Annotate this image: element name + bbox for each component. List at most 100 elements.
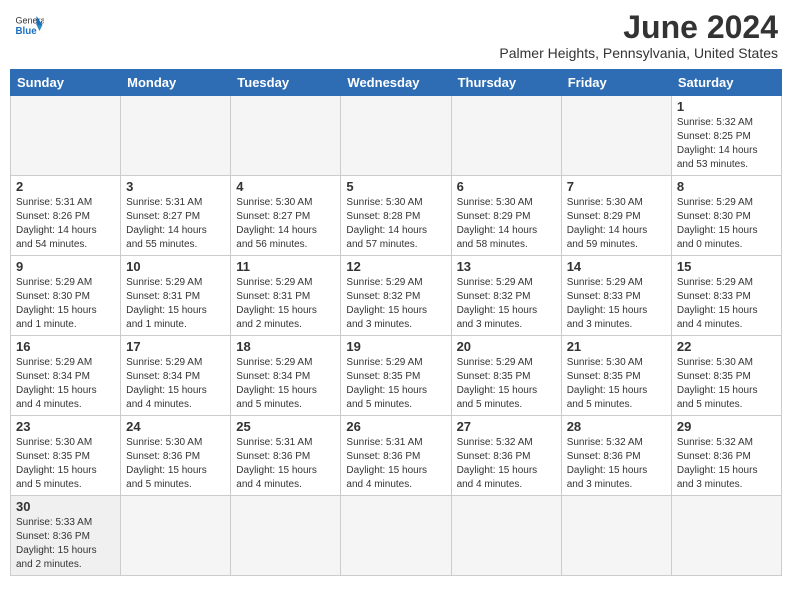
- day-number: 6: [457, 179, 556, 194]
- day-info: Sunrise: 5:31 AMSunset: 8:36 PMDaylight:…: [346, 436, 445, 492]
- day-number: 20: [457, 339, 556, 354]
- calendar-day-cell: 6 Sunrise: 5:30 AMSunset: 8:29 PMDaylight…: [451, 176, 561, 256]
- day-number: 8: [677, 179, 776, 194]
- calendar-day-cell: [231, 96, 341, 176]
- day-of-week-header: Sunday: [11, 70, 121, 96]
- day-number: 2: [16, 179, 115, 194]
- day-number: 10: [126, 259, 225, 274]
- day-info: Sunrise: 5:30 AMSunset: 8:29 PMDaylight:…: [457, 196, 556, 252]
- calendar-day-cell: 7 Sunrise: 5:30 AMSunset: 8:29 PMDaylight…: [561, 176, 671, 256]
- calendar-day-cell: [451, 96, 561, 176]
- calendar-week-row: 30Sunrise: 5:33 AMSunset: 8:36 PMDayligh…: [11, 496, 782, 576]
- calendar-day-cell: 26 Sunrise: 5:31 AMSunset: 8:36 PMDayligh…: [341, 416, 451, 496]
- logo-icon: General Blue: [14, 10, 44, 40]
- day-info: Sunrise: 5:31 AMSunset: 8:27 PMDaylight:…: [126, 196, 225, 252]
- calendar-header-row: SundayMondayTuesdayWednesdayThursdayFrid…: [11, 70, 782, 96]
- day-info: Sunrise: 5:30 AMSunset: 8:27 PMDaylight:…: [236, 196, 335, 252]
- month-title: June 2024: [499, 10, 778, 45]
- day-info: Sunrise: 5:29 AMSunset: 8:35 PMDaylight:…: [346, 356, 445, 412]
- location-title: Palmer Heights, Pennsylvania, United Sta…: [499, 45, 778, 61]
- calendar-day-cell: 4Sunrise: 5:30 AMSunset: 8:27 PMDaylight…: [231, 176, 341, 256]
- day-of-week-header: Friday: [561, 70, 671, 96]
- day-of-week-header: Saturday: [671, 70, 781, 96]
- day-number: 9: [16, 259, 115, 274]
- calendar-day-cell: 13Sunrise: 5:29 AMSunset: 8:32 PMDayligh…: [451, 256, 561, 336]
- day-number: 7: [567, 179, 666, 194]
- calendar-day-cell: [561, 496, 671, 576]
- calendar-day-cell: [561, 96, 671, 176]
- calendar-day-cell: 12 Sunrise: 5:29 AMSunset: 8:32 PMDayligh…: [341, 256, 451, 336]
- title-area: June 2024 Palmer Heights, Pennsylvania, …: [499, 10, 778, 61]
- calendar-table: SundayMondayTuesdayWednesdayThursdayFrid…: [10, 69, 782, 576]
- day-info: Sunrise: 5:30 AMSunset: 8:35 PMDaylight:…: [677, 356, 776, 412]
- day-number: 27: [457, 419, 556, 434]
- day-of-week-header: Wednesday: [341, 70, 451, 96]
- calendar-day-cell: [451, 496, 561, 576]
- day-info: Sunrise: 5:29 AMSunset: 8:32 PMDaylight:…: [346, 276, 445, 332]
- calendar-day-cell: [341, 496, 451, 576]
- svg-text:Blue: Blue: [16, 26, 38, 37]
- day-number: 14: [567, 259, 666, 274]
- day-number: 24: [126, 419, 225, 434]
- day-info: Sunrise: 5:29 AMSunset: 8:34 PMDaylight:…: [236, 356, 335, 412]
- calendar-day-cell: 22 Sunrise: 5:30 AMSunset: 8:35 PMDayligh…: [671, 336, 781, 416]
- calendar-day-cell: 11Sunrise: 5:29 AMSunset: 8:31 PMDayligh…: [231, 256, 341, 336]
- day-info: Sunrise: 5:31 AMSunset: 8:36 PMDaylight:…: [236, 436, 335, 492]
- calendar-week-row: 16Sunrise: 5:29 AMSunset: 8:34 PMDayligh…: [11, 336, 782, 416]
- day-info: Sunrise: 5:32 AMSunset: 8:25 PMDaylight:…: [677, 116, 776, 172]
- calendar-day-cell: 30Sunrise: 5:33 AMSunset: 8:36 PMDayligh…: [11, 496, 121, 576]
- calendar-week-row: 2Sunrise: 5:31 AMSunset: 8:26 PMDaylight…: [11, 176, 782, 256]
- day-info: Sunrise: 5:29 AMSunset: 8:34 PMDaylight:…: [16, 356, 115, 412]
- day-number: 5: [346, 179, 445, 194]
- calendar-day-cell: 1 Sunrise: 5:32 AMSunset: 8:25 PMDaylight…: [671, 96, 781, 176]
- day-number: 12: [346, 259, 445, 274]
- day-number: 3: [126, 179, 225, 194]
- calendar-day-cell: 3 Sunrise: 5:31 AMSunset: 8:27 PMDaylight…: [121, 176, 231, 256]
- calendar-day-cell: 5 Sunrise: 5:30 AMSunset: 8:28 PMDaylight…: [341, 176, 451, 256]
- calendar-day-cell: 15Sunrise: 5:29 AMSunset: 8:33 PMDayligh…: [671, 256, 781, 336]
- day-number: 26: [346, 419, 445, 434]
- day-number: 23: [16, 419, 115, 434]
- day-info: Sunrise: 5:32 AMSunset: 8:36 PMDaylight:…: [457, 436, 556, 492]
- day-number: 17: [126, 339, 225, 354]
- calendar-day-cell: 18 Sunrise: 5:29 AMSunset: 8:34 PMDayligh…: [231, 336, 341, 416]
- day-info: Sunrise: 5:30 AMSunset: 8:28 PMDaylight:…: [346, 196, 445, 252]
- day-info: Sunrise: 5:32 AMSunset: 8:36 PMDaylight:…: [567, 436, 666, 492]
- day-info: Sunrise: 5:29 AMSunset: 8:33 PMDaylight:…: [677, 276, 776, 332]
- day-number: 19: [346, 339, 445, 354]
- calendar-day-cell: [121, 96, 231, 176]
- day-info: Sunrise: 5:32 AMSunset: 8:36 PMDaylight:…: [677, 436, 776, 492]
- day-info: Sunrise: 5:29 AMSunset: 8:33 PMDaylight:…: [567, 276, 666, 332]
- calendar-day-cell: 14 Sunrise: 5:29 AMSunset: 8:33 PMDayligh…: [561, 256, 671, 336]
- day-of-week-header: Tuesday: [231, 70, 341, 96]
- calendar-day-cell: 9 Sunrise: 5:29 AMSunset: 8:30 PMDaylight…: [11, 256, 121, 336]
- day-number: 21: [567, 339, 666, 354]
- calendar-day-cell: [11, 96, 121, 176]
- day-number: 13: [457, 259, 556, 274]
- day-number: 1: [677, 99, 776, 114]
- day-info: Sunrise: 5:29 AMSunset: 8:34 PMDaylight:…: [126, 356, 225, 412]
- day-info: Sunrise: 5:29 AMSunset: 8:31 PMDaylight:…: [126, 276, 225, 332]
- calendar-day-cell: 19 Sunrise: 5:29 AMSunset: 8:35 PMDayligh…: [341, 336, 451, 416]
- day-info: Sunrise: 5:30 AMSunset: 8:35 PMDaylight:…: [567, 356, 666, 412]
- day-number: 18: [236, 339, 335, 354]
- calendar-day-cell: 10 Sunrise: 5:29 AMSunset: 8:31 PMDayligh…: [121, 256, 231, 336]
- day-number: 22: [677, 339, 776, 354]
- calendar-day-cell: 29 Sunrise: 5:32 AMSunset: 8:36 PMDayligh…: [671, 416, 781, 496]
- day-number: 28: [567, 419, 666, 434]
- calendar-week-row: 9 Sunrise: 5:29 AMSunset: 8:30 PMDaylight…: [11, 256, 782, 336]
- calendar-day-cell: 27 Sunrise: 5:32 AMSunset: 8:36 PMDayligh…: [451, 416, 561, 496]
- day-info: Sunrise: 5:30 AMSunset: 8:29 PMDaylight:…: [567, 196, 666, 252]
- day-info: Sunrise: 5:30 AMSunset: 8:35 PMDaylight:…: [16, 436, 115, 492]
- logo: General Blue: [14, 10, 44, 40]
- day-info: Sunrise: 5:29 AMSunset: 8:30 PMDaylight:…: [16, 276, 115, 332]
- day-info: Sunrise: 5:29 AMSunset: 8:35 PMDaylight:…: [457, 356, 556, 412]
- day-number: 29: [677, 419, 776, 434]
- day-info: Sunrise: 5:30 AMSunset: 8:36 PMDaylight:…: [126, 436, 225, 492]
- page-header: General Blue June 2024 Palmer Heights, P…: [10, 10, 782, 61]
- calendar-day-cell: 16Sunrise: 5:29 AMSunset: 8:34 PMDayligh…: [11, 336, 121, 416]
- calendar-day-cell: 23 Sunrise: 5:30 AMSunset: 8:35 PMDayligh…: [11, 416, 121, 496]
- calendar-week-row: 1 Sunrise: 5:32 AMSunset: 8:25 PMDaylight…: [11, 96, 782, 176]
- calendar-day-cell: 28 Sunrise: 5:32 AMSunset: 8:36 PMDayligh…: [561, 416, 671, 496]
- calendar-day-cell: [121, 496, 231, 576]
